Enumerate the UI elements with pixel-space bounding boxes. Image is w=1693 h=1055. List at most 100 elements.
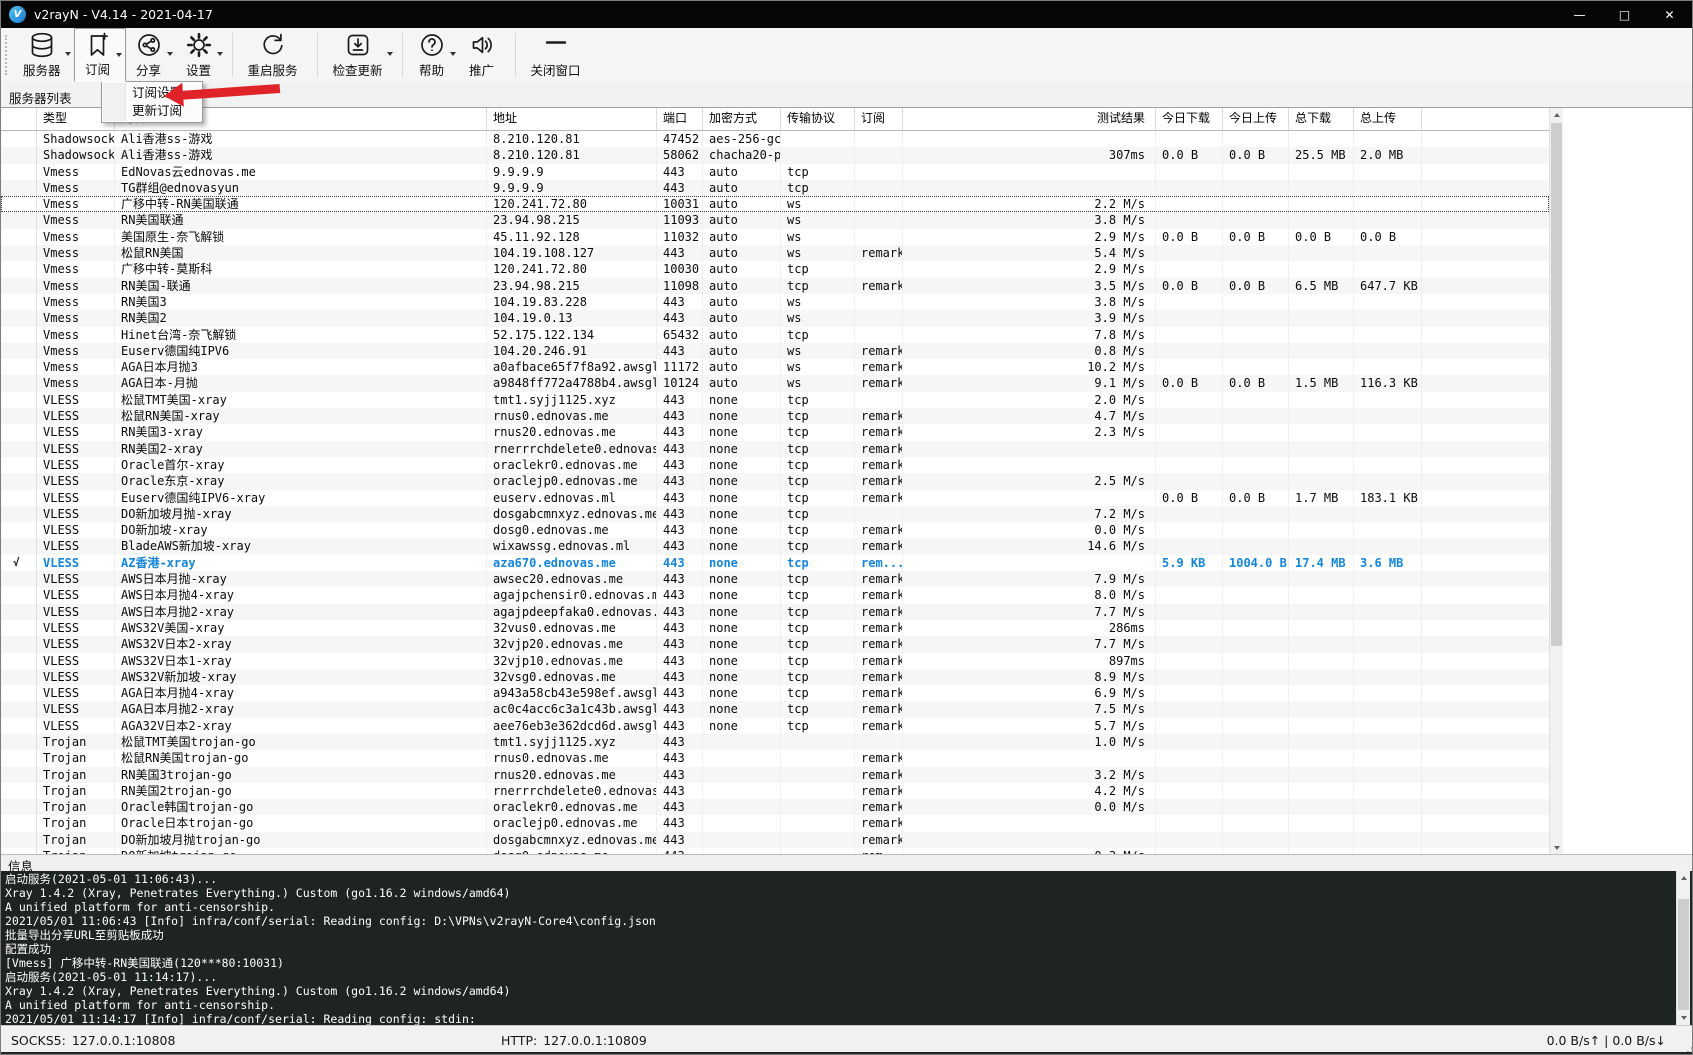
column-header-port[interactable]: 端口 bbox=[657, 108, 703, 130]
column-header-total-upload[interactable]: 总上传 bbox=[1354, 108, 1422, 130]
table-scrollbar-thumb[interactable] bbox=[1551, 123, 1562, 646]
cell-transport: tcp bbox=[781, 587, 855, 604]
table-row[interactable]: VLESS AGA32V日本2-xray aee76eb3e362dcd6d.aws… bbox=[1, 717, 1549, 734]
cell-type: Trojan bbox=[37, 815, 115, 832]
minimize-button[interactable]: — bbox=[1557, 1, 1602, 28]
table-row[interactable]: VLESS AGA日本月抛4-xray a943a58cb43e598ef.awsg… bbox=[1, 685, 1549, 702]
log-scrollbar[interactable] bbox=[1676, 871, 1690, 1025]
toolbar-grip[interactable] bbox=[5, 35, 11, 75]
table-row[interactable]: Vmess EdNovas云ednovas.me 9.9.9.9 443 auto tcp bbox=[1, 163, 1549, 180]
restart-service-button[interactable]: 重启服务 bbox=[239, 28, 311, 82]
help-button[interactable]: 帮助 bbox=[409, 28, 459, 82]
table-row[interactable]: Trojan 松鼠RN美国trojan-go rnus0.ednovas.me 443… bbox=[1, 750, 1549, 767]
table-row[interactable]: VLESS Euserv德国纯IPV6-xray euserv.ednovas.ml… bbox=[1, 489, 1549, 506]
table-row[interactable]: Vmess RN美国联通 23.94.98.215 11093 auto ws 3.8 M/… bbox=[1, 212, 1549, 229]
cell-encryption: none bbox=[703, 538, 781, 555]
table-row[interactable]: VLESS 松鼠RN美国-xray rnus0.ednovas.me 443 none t… bbox=[1, 408, 1549, 425]
table-row[interactable]: √ VLESS AZ香港-xray aza670.ednovas.me 443 none t… bbox=[1, 554, 1549, 572]
table-row[interactable]: Shadowsocks Ali香港ss-游戏 8.210.120.81 47452 ae… bbox=[1, 131, 1549, 148]
promotion-button[interactable]: 推广 bbox=[459, 28, 509, 82]
scroll-up-icon[interactable] bbox=[1550, 108, 1563, 122]
resize-grip[interactable] bbox=[1683, 1047, 1685, 1049]
log-scrollbar-thumb[interactable] bbox=[1678, 899, 1689, 1010]
cell-total_up bbox=[1354, 587, 1422, 604]
cell-port: 10030 bbox=[657, 261, 703, 278]
cell-active-indicator bbox=[1, 277, 37, 294]
table-row[interactable]: Trojan 松鼠TMT美国trojan-go tmt1.syjj1125.xyz 4… bbox=[1, 733, 1549, 751]
settings-button[interactable]: 设置 bbox=[176, 28, 226, 82]
table-row[interactable]: Trojan RN美国2trojan-go rnerrrchdelete0.edno… bbox=[1, 782, 1549, 800]
cell-transport bbox=[781, 831, 855, 849]
subscriptions-button[interactable]: 订阅 bbox=[73, 28, 126, 82]
column-header-today-download[interactable]: 今日下载 bbox=[1156, 108, 1223, 130]
cell-name: EdNovas云ednovas.me bbox=[115, 163, 487, 180]
check-update-button[interactable]: 检查更新 bbox=[324, 28, 396, 82]
cell-port: 443 bbox=[657, 538, 703, 555]
table-row[interactable]: Trojan Oracle日本trojan-go oraclejp0.ednovas… bbox=[1, 815, 1549, 832]
cell-active-indicator bbox=[1, 717, 37, 734]
table-row[interactable]: VLESS BladeAWS新加坡-xray wixawssg.ednovas.ml… bbox=[1, 538, 1549, 555]
table-row[interactable]: VLESS AWS日本月抛-xray awsec20.ednovas.me 443 no… bbox=[1, 571, 1549, 588]
table-row[interactable]: VLESSRN美国2-xrayrnerrrchdelete0.ednovas.m… bbox=[1, 440, 1549, 457]
table-row[interactable]: VLESS AWS日本月抛4-xray agajpchensir0.ednovas.… bbox=[1, 587, 1549, 604]
table-row[interactable]: VLESS DO新加坡-xray dosg0.ednovas.me 443 none tc… bbox=[1, 522, 1549, 539]
cell-test_result bbox=[903, 489, 1156, 506]
table-row[interactable]: VLESS AWS日本月抛2-xray agajpdeepfaka0.ednovas… bbox=[1, 603, 1549, 620]
table-row[interactable]: VLESS DO新加坡月抛-xray dosgabcmnxyz.ednovas.me… bbox=[1, 505, 1549, 523]
column-header-total-download[interactable]: 总下载 bbox=[1289, 108, 1354, 130]
table-row[interactable]: VLESS Oracle东京-xray oraclejp0.ednovas.me 44… bbox=[1, 473, 1549, 490]
cell-today_up bbox=[1223, 603, 1289, 620]
table-row[interactable]: Vmess TG群组@ednovasyun 9.9.9.9 443 auto tcp bbox=[1, 179, 1549, 197]
column-header-transport[interactable]: 传输协议 bbox=[781, 108, 855, 130]
table-row[interactable]: Shadowsocks Ali香港ss-游戏 8.210.120.81 58062 ch… bbox=[1, 147, 1549, 164]
close-button[interactable]: ✕ bbox=[1647, 1, 1692, 28]
table-row[interactable]: Vmess Euserv德国纯IPV6 104.20.246.91 443 auto ws… bbox=[1, 342, 1549, 360]
table-row[interactable]: Trojan DO新加坡月抛trojan-go dosgabcmnxyz.ednov… bbox=[1, 831, 1549, 849]
table-row[interactable]: VLESS AWS32V日本2-xray 32vjp20.ednovas.me 443… bbox=[1, 636, 1549, 653]
table-row[interactable]: Vmess RN美国-联通 23.94.98.215 11098 auto tcp rema… bbox=[1, 277, 1549, 294]
table-row[interactable]: VLESS AWS32V日本1-xray 32vjp10.ednovas.me 443… bbox=[1, 652, 1549, 669]
table-scrollbar[interactable] bbox=[1549, 108, 1563, 855]
column-header-rowselector[interactable] bbox=[1, 108, 37, 130]
table-row[interactable]: Vmess 广移中转-莫斯科 120.241.72.80 10030 auto tcp 2.… bbox=[1, 261, 1549, 278]
cell-transport: tcp bbox=[781, 489, 855, 506]
column-header-subscription[interactable]: 订阅 bbox=[855, 108, 903, 130]
cell-today_up bbox=[1223, 131, 1289, 148]
table-row[interactable]: Vmess RN美国3 104.19.83.228 443 auto ws 3.8 M/s bbox=[1, 293, 1549, 311]
close-window-button[interactable]: 关闭窗口 bbox=[522, 28, 594, 82]
share-button[interactable]: 分享 bbox=[126, 28, 176, 82]
table-row[interactable]: Trojan RN美国3trojan-go rnus20.ednovas.me 443… bbox=[1, 766, 1549, 783]
table-row[interactable]: VLESS RN美国3-xray rnus20.ednovas.me 443 none t… bbox=[1, 424, 1549, 441]
table-row[interactable]: VLESS AWS32V美国-xray 32vus0.ednovas.me 443 no… bbox=[1, 619, 1549, 637]
cell-total_down bbox=[1289, 408, 1354, 425]
table-row[interactable]: VLESS AWS32V新加坡-xray 32vsg0.ednovas.me 443 n… bbox=[1, 668, 1549, 686]
table-row[interactable]: VmessAGA日本-月抛a9848ff772a4788b4.awsglob..… bbox=[1, 375, 1549, 392]
restart-icon bbox=[259, 30, 287, 60]
table-row[interactable]: Vmess 美国原生-奈飞解锁 45.11.92.128 11032 auto ws 2.9… bbox=[1, 228, 1549, 246]
maximize-button[interactable]: □ bbox=[1602, 1, 1647, 28]
servers-button[interactable]: 服务器 bbox=[14, 28, 74, 82]
cell-today_down bbox=[1156, 619, 1223, 637]
table-row[interactable]: Vmess RN美国2 104.19.0.13 443 auto ws 3.9 M/s bbox=[1, 310, 1549, 327]
table-row[interactable]: VLESS AGA日本月抛2-xray ac0c4acc6c3a1c43b.awsg… bbox=[1, 701, 1549, 718]
table-row[interactable]: VLESS Oracle首尔-xray oraclekr0.ednovas.me 44… bbox=[1, 456, 1549, 474]
table-row[interactable]: VLESS 松鼠TMT美国-xray tmt1.syjj1125.xyz 443 non… bbox=[1, 391, 1549, 409]
cell-active-indicator bbox=[1, 489, 37, 506]
table-row[interactable]: VmessAGA日本月抛3a0afbace65f7f8a92.awsglob..… bbox=[1, 359, 1549, 376]
cell-total_down bbox=[1289, 571, 1354, 588]
table-row[interactable]: Trojan Oracle韩国trojan-go oraclekr0.ednovas… bbox=[1, 799, 1549, 816]
column-header-today-upload[interactable]: 今日上传 bbox=[1223, 108, 1289, 130]
table-row[interactable]: Vmess松鼠RN美国104.19.108.127443autowsremark… bbox=[1, 245, 1549, 262]
column-header-encryption[interactable]: 加密方式 bbox=[703, 108, 781, 130]
column-header-test-result[interactable]: 测试结果 bbox=[903, 108, 1156, 130]
scroll-down-icon[interactable] bbox=[1550, 841, 1563, 855]
cell-transport: tcp bbox=[781, 701, 855, 718]
chevron-down-icon bbox=[166, 52, 173, 56]
table-row[interactable]: Vmess 广移中转-RN美国联通 120.241.72.80 10031 auto ws… bbox=[1, 196, 1549, 213]
cell-subscription bbox=[855, 163, 903, 180]
column-header-address[interactable]: 地址 bbox=[487, 108, 657, 130]
cell-filler bbox=[1422, 229, 1549, 245]
table-row[interactable]: Vmess Hinet台湾-奈飞解锁 52.175.122.134 65432 auto… bbox=[1, 326, 1549, 343]
scroll-up-icon[interactable] bbox=[1677, 871, 1690, 885]
scroll-down-icon[interactable] bbox=[1677, 1011, 1690, 1025]
